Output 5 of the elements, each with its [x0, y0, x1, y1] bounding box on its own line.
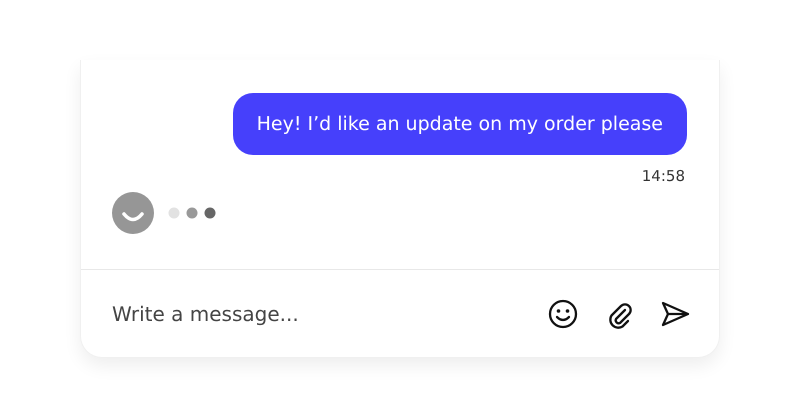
- emoji-icon[interactable]: [547, 298, 579, 330]
- avatar-icon: [112, 192, 154, 234]
- message-time: 14:58: [642, 167, 686, 185]
- message-bubble: Hey! I’d like an update on my order please: [232, 93, 687, 155]
- message-input[interactable]: Write a message...: [112, 302, 523, 326]
